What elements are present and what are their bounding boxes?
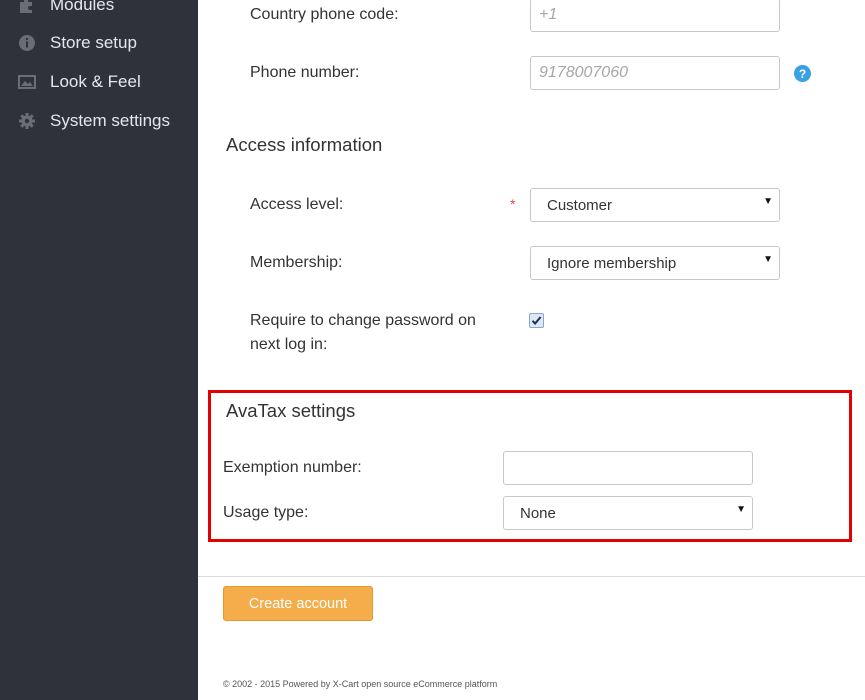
membership-label: Membership: [250, 254, 343, 271]
sidebar-item-label: System settings [50, 111, 170, 130]
require-password-label-line2: next log in: [250, 336, 328, 353]
avatax-settings-title: AvaTax settings [226, 400, 356, 421]
puzzle-icon [18, 0, 36, 14]
phone-number-input[interactable] [530, 56, 780, 90]
usage-type-label: Usage type: [223, 504, 309, 521]
sidebar-item-label: Modules [50, 0, 115, 14]
country-phone-code-label: Country phone code: [250, 6, 399, 23]
usage-type-value: None [520, 505, 556, 522]
access-level-value: Customer [547, 197, 613, 214]
checkmark-icon [531, 316, 542, 325]
access-level-label: Access level: [250, 196, 344, 213]
phone-number-label: Phone number: [250, 64, 360, 81]
membership-value: Ignore membership [547, 255, 677, 272]
require-password-checkbox[interactable] [529, 313, 544, 328]
require-password-label-line1: Require to change password on [250, 312, 476, 329]
help-icon[interactable]: ? [794, 65, 811, 82]
usage-type-select[interactable]: None ▼ [503, 496, 753, 530]
chevron-down-icon: ▼ [736, 504, 746, 515]
divider [198, 576, 865, 577]
info-icon [18, 34, 36, 52]
access-information-title: Access information [226, 134, 383, 155]
chevron-down-icon: ▼ [763, 254, 773, 265]
image-icon [18, 73, 36, 91]
exemption-number-input[interactable] [503, 451, 753, 485]
gear-icon [18, 112, 36, 130]
sidebar-item-look-feel[interactable]: Look & Feel [0, 67, 198, 97]
membership-select[interactable]: Ignore membership ▼ [530, 246, 780, 280]
chevron-down-icon: ▼ [763, 196, 773, 207]
footer-text: © 2002 - 2015 Powered by X-Cart open sou… [223, 679, 498, 689]
sidebar-item-system-settings[interactable]: System settings [0, 106, 198, 136]
sidebar-item-store-setup[interactable]: Store setup [0, 28, 198, 58]
sidebar: Modules Store setup Look & Feel System s… [0, 0, 198, 700]
country-phone-code-input[interactable] [530, 0, 780, 32]
access-level-select[interactable]: Customer ▼ [530, 188, 780, 222]
required-marker: * [510, 196, 516, 212]
exemption-number-label: Exemption number: [223, 459, 362, 476]
sidebar-item-label: Store setup [50, 33, 137, 52]
main-content: Country phone code: Phone number: ? Acce… [198, 0, 865, 700]
sidebar-item-label: Look & Feel [50, 72, 141, 91]
sidebar-item-modules[interactable]: Modules [0, 0, 198, 20]
create-account-button[interactable]: Create account [223, 586, 373, 621]
